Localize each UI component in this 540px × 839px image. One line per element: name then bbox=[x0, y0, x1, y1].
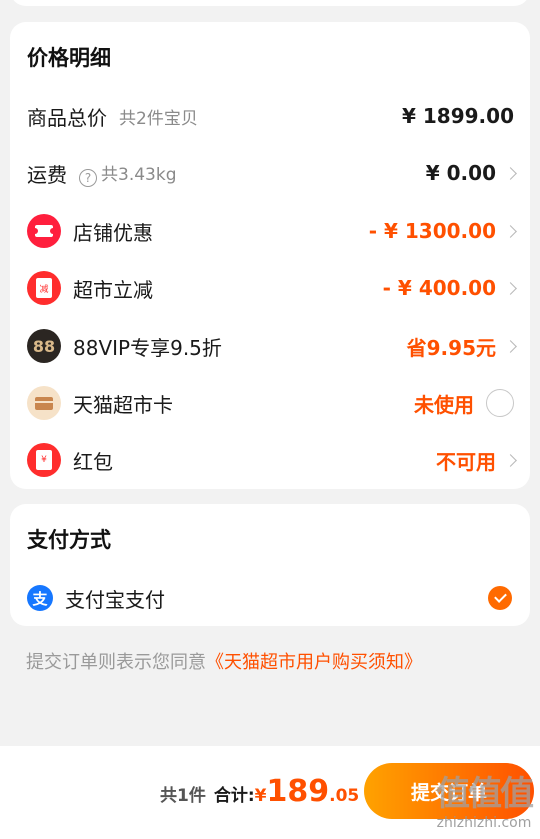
chevron-right-icon bbox=[504, 339, 517, 353]
shipping-label: 运费 bbox=[27, 162, 67, 187]
shop-discount-value: - ¥ 1300.00 bbox=[368, 219, 496, 243]
goods-total-value: ¥ 1899.00 bbox=[402, 104, 514, 128]
shipping-value: ¥ 0.00 bbox=[425, 161, 496, 185]
shipping-row[interactable]: 运费 ? 共3.43kg ¥ 0.00 bbox=[10, 153, 530, 193]
ticket-icon bbox=[27, 214, 61, 248]
watermark-logo: 值值值 bbox=[436, 774, 534, 814]
watermark: 值值值 zhizhizhi.com bbox=[436, 766, 534, 831]
watermark-url: zhizhizhi.com bbox=[436, 815, 532, 831]
alipay-label: 支付宝支付 bbox=[65, 587, 165, 612]
price-detail-title: 价格明细 bbox=[27, 46, 111, 70]
payment-title: 支付方式 bbox=[27, 528, 111, 552]
total-decimal: .05 bbox=[329, 786, 360, 806]
alipay-icon: 支 bbox=[27, 585, 53, 611]
shipping-weight-text: 共3.43kg bbox=[101, 164, 177, 185]
chevron-right-icon bbox=[504, 224, 517, 238]
red-packet-row[interactable]: ¥ 红包 不可用 bbox=[10, 440, 530, 480]
previous-card-bottom bbox=[10, 0, 530, 6]
agreement-link[interactable]: 《天猫超市用户购买须知》 bbox=[206, 652, 422, 673]
price-detail-card: 价格明细 商品总价 共2件宝贝 ¥ 1899.00 运费 ? 共3.43kg ¥ … bbox=[10, 22, 530, 489]
help-icon[interactable]: ? bbox=[79, 168, 97, 187]
chevron-right-icon bbox=[504, 453, 517, 467]
vip-88-icon: 88 bbox=[27, 329, 61, 363]
payment-card: 支付方式 支 支付宝支付 bbox=[10, 504, 530, 626]
agreement-prefix: 提交订单则表示您同意 bbox=[26, 652, 206, 673]
item-count: 共1件 bbox=[160, 786, 206, 806]
tmall-card-row[interactable]: 天猫超市卡 未使用 bbox=[10, 383, 530, 423]
vip-discount-label: 88VIP专享9.5折 bbox=[73, 335, 222, 360]
card-icon bbox=[27, 386, 61, 420]
tmall-card-status: 未使用 bbox=[414, 392, 474, 417]
tmall-card-label: 天猫超市卡 bbox=[73, 392, 173, 417]
tmall-card-radio[interactable] bbox=[486, 389, 514, 417]
red-packet-label: 红包 bbox=[73, 449, 113, 474]
chevron-right-icon bbox=[504, 281, 517, 295]
total-integer: 189 bbox=[266, 774, 330, 809]
envelope-icon: 减 bbox=[27, 271, 61, 305]
alipay-option[interactable]: 支 支付宝支付 bbox=[10, 578, 530, 618]
order-summary: 共1件 合计: ¥ 189 .05 bbox=[160, 774, 359, 809]
total-label: 合计: bbox=[213, 786, 255, 806]
goods-total-label: 商品总价 bbox=[27, 105, 107, 130]
market-discount-value: - ¥ 400.00 bbox=[382, 276, 496, 300]
market-discount-label: 超市立减 bbox=[73, 277, 153, 302]
vip-discount-row[interactable]: 88 88VIP专享9.5折 省9.95元 bbox=[10, 326, 530, 366]
shop-discount-label: 店铺优惠 bbox=[73, 220, 153, 245]
red-packet-status: 不可用 bbox=[436, 449, 496, 474]
market-discount-row[interactable]: 减 超市立减 - ¥ 400.00 bbox=[10, 268, 530, 308]
goods-total-row: 商品总价 共2件宝贝 ¥ 1899.00 bbox=[10, 96, 530, 136]
agreement-text: 提交订单则表示您同意《天猫超市用户购买须知》 bbox=[26, 648, 422, 674]
red-packet-icon: ¥ bbox=[27, 443, 61, 477]
check-circle-icon[interactable] bbox=[488, 586, 512, 610]
shipping-weight[interactable]: ? 共3.43kg bbox=[79, 160, 177, 187]
chevron-right-icon bbox=[504, 166, 517, 180]
shop-discount-row[interactable]: 店铺优惠 - ¥ 1300.00 bbox=[10, 211, 530, 251]
goods-count: 共2件宝贝 bbox=[119, 108, 198, 129]
total-currency: ¥ bbox=[254, 786, 267, 806]
vip-discount-value: 省9.95元 bbox=[406, 335, 496, 360]
